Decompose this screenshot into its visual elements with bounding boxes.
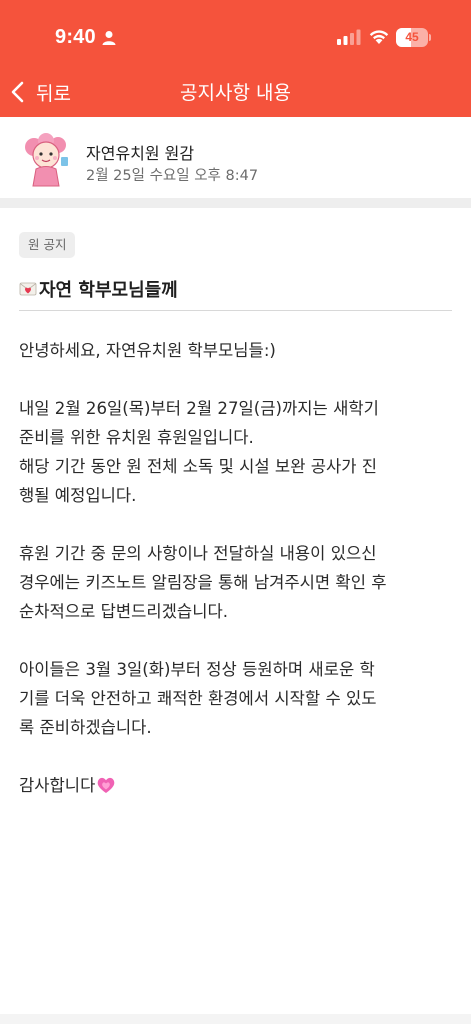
battery-icon: 45	[396, 28, 431, 47]
heart-icon	[98, 777, 115, 793]
status-bar: 9:40 45	[0, 0, 471, 72]
page-title: 공지사항 내용	[180, 82, 291, 104]
post-title: 자연 학부모님들께	[19, 276, 178, 302]
envelope-icon	[19, 282, 37, 296]
author-header	[0, 117, 471, 198]
post-date: 2월 25일 수요일 오후 8:47	[86, 168, 259, 184]
avatar	[25, 133, 68, 187]
wifi-icon	[369, 30, 389, 44]
category-tag: 원 공지	[19, 232, 76, 258]
person-icon	[102, 31, 116, 45]
paragraph: 내일 2월 26일(목)부터 2월 27일(금)까지는 새학기 준비를 위한 유…	[19, 399, 379, 505]
header: 9:40 45 뒤로 공지사항 내용	[0, 0, 471, 117]
post-body: 안녕하세요, 자연유치원 학부모님들:) 내일 2월 26일(목)부터 2월 27…	[19, 336, 459, 800]
paragraph: 아이들은 3월 3일(화)부터 정상 등원하며 새로운 학 기를 더욱 안전하고…	[19, 660, 377, 737]
paragraph: 안녕하세요, 자연유치원 학부모님들:)	[19, 341, 276, 360]
closing-line: 감사합니다	[19, 771, 459, 800]
closing-text: 감사합니다	[19, 776, 96, 795]
status-time: 9:40	[55, 26, 96, 48]
battery-level: 45	[405, 30, 419, 44]
signal-icon	[337, 29, 361, 45]
paragraph: 휴원 기간 중 문의 사항이나 전달하실 내용이 있으신 경우에는 키즈노트 알…	[19, 544, 387, 621]
section-divider	[0, 198, 471, 208]
author-name: 자연유치원 원감	[86, 144, 195, 163]
title-divider	[19, 310, 452, 311]
post-title-text: 자연 학부모님들께	[39, 280, 178, 301]
home-indicator-area	[0, 1014, 471, 1024]
